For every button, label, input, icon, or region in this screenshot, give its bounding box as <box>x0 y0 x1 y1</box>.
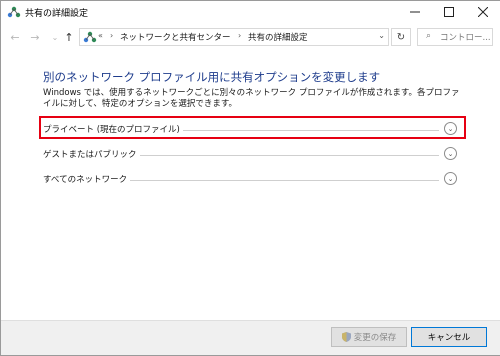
window-title: 共有の詳細設定 <box>25 9 89 19</box>
save-changes-button[interactable]: 変更の保存 <box>331 327 407 347</box>
back-button[interactable]: ← <box>7 28 23 46</box>
title-bar[interactable]: 共有の詳細設定 <box>1 1 500 23</box>
forward-button[interactable]: → <box>27 28 43 46</box>
search-placeholder: コントロー... <box>440 33 491 43</box>
breadcrumb-separator-icon[interactable]: › <box>238 31 241 40</box>
minimize-icon <box>410 11 420 13</box>
section-guest-public-label[interactable]: ゲストまたはパブリック <box>43 148 140 160</box>
expand-chevron-icon[interactable]: ⌄ <box>444 147 457 160</box>
cancel-button[interactable]: キャンセル <box>411 327 487 347</box>
section-private[interactable]: プライベート (現在のプロファイル) ⌄ <box>43 121 459 139</box>
section-all-networks[interactable]: すべてのネットワーク ⌄ <box>43 171 459 189</box>
close-icon <box>478 7 488 17</box>
section-private-label[interactable]: プライベート (現在のプロファイル) <box>43 123 183 135</box>
address-dropdown-icon[interactable]: ⌄ <box>378 31 385 40</box>
page-heading: 別のネットワーク プロファイル用に共有オプションを変更します <box>43 70 381 84</box>
minimize-button[interactable] <box>398 1 432 23</box>
refresh-icon: ↻ <box>396 31 406 43</box>
footer-bar: 変更の保存 キャンセル <box>1 320 500 355</box>
address-bar[interactable]: « › ネットワークと共有センター › 共有の詳細設定 ⌄ <box>79 28 389 46</box>
up-button[interactable]: ↑ <box>61 28 77 46</box>
maximize-button[interactable] <box>432 1 466 23</box>
section-all-networks-label[interactable]: すべてのネットワーク <box>43 173 131 185</box>
section-guest-public[interactable]: ゲストまたはパブリック ⌄ <box>43 146 459 164</box>
breadcrumb-overflow[interactable]: « <box>98 31 103 40</box>
back-arrow-icon: ← <box>10 30 20 44</box>
refresh-button[interactable]: ↻ <box>391 28 411 46</box>
up-arrow-icon: ↑ <box>64 30 74 44</box>
chevron-down-icon: ⌄ <box>51 32 59 42</box>
page-description: Windows では、使用するネットワークごとに別々のネットワーク プロファイル… <box>43 88 460 109</box>
uac-shield-icon <box>341 332 351 342</box>
breadcrumb-separator-icon[interactable]: › <box>110 31 113 40</box>
save-changes-label: 変更の保存 <box>353 333 397 343</box>
advanced-sharing-window: 共有の詳細設定 ← → ⌄ ↑ « › ネットワークと共有センター › 共有の詳… <box>0 0 500 356</box>
expand-chevron-icon[interactable]: ⌄ <box>444 122 457 135</box>
close-button[interactable] <box>466 1 500 23</box>
network-app-icon <box>7 6 21 18</box>
search-box[interactable]: ⌕ コントロー... <box>417 28 493 46</box>
navigation-bar: ← → ⌄ ↑ « › ネットワークと共有センター › 共有の詳細設定 ⌄ ↻ … <box>1 25 500 49</box>
search-icon: ⌕ <box>426 31 432 41</box>
forward-arrow-icon: → <box>30 30 40 44</box>
maximize-icon <box>444 7 454 17</box>
network-location-icon <box>83 31 97 43</box>
cancel-label: キャンセル <box>427 333 471 343</box>
expand-chevron-icon[interactable]: ⌄ <box>444 172 457 185</box>
breadcrumb-advanced-sharing[interactable]: 共有の詳細設定 <box>248 31 308 43</box>
content-area: 別のネットワーク プロファイル用に共有オプションを変更します Windows で… <box>1 53 500 321</box>
breadcrumb-network-sharing-center[interactable]: ネットワークと共有センター <box>120 31 231 43</box>
